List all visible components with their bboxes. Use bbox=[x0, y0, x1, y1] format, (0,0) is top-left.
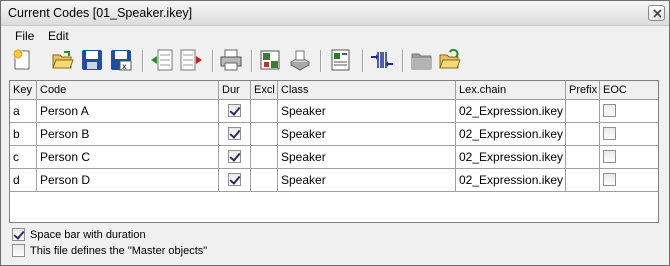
codes-window: Current Codes [01_Speaker.ikey] File Edi… bbox=[0, 0, 670, 266]
cell-dur bbox=[219, 146, 251, 168]
folder-disabled-icon bbox=[410, 48, 434, 72]
cell-eoc bbox=[600, 100, 658, 122]
eoc-checkbox[interactable] bbox=[603, 127, 616, 140]
column-header-code[interactable]: Code bbox=[37, 81, 219, 100]
menu-bar: File Edit bbox=[1, 27, 669, 45]
cell-lex-chain[interactable]: 02_Expression.ikey bbox=[456, 100, 566, 122]
menu-file[interactable]: File bbox=[15, 29, 34, 43]
dur-checkbox[interactable] bbox=[228, 150, 241, 163]
toolbar-separator bbox=[320, 50, 322, 72]
dur-checkbox[interactable] bbox=[228, 173, 241, 186]
properties-icon[interactable] bbox=[288, 48, 312, 72]
cell-key[interactable]: b bbox=[10, 123, 37, 145]
open-folder-alt-icon[interactable] bbox=[438, 48, 462, 72]
cell-class[interactable]: Speaker bbox=[278, 169, 456, 191]
save-as-icon[interactable]: x bbox=[109, 48, 133, 72]
close-button[interactable] bbox=[648, 5, 665, 21]
cell-code[interactable]: Person A bbox=[37, 100, 219, 122]
table-row[interactable]: a Person A Speaker 02_Expression.ikey bbox=[10, 100, 658, 123]
cell-lex-chain[interactable]: 02_Expression.ikey bbox=[456, 146, 566, 168]
eoc-checkbox[interactable] bbox=[603, 104, 616, 117]
toolbar-separator bbox=[402, 50, 404, 72]
cell-code[interactable]: Person C bbox=[37, 146, 219, 168]
column-header-prefix[interactable]: Prefix bbox=[566, 81, 600, 100]
table-row[interactable]: d Person D Speaker 02_Expression.ikey bbox=[10, 169, 658, 192]
cell-dur bbox=[219, 123, 251, 145]
window-title: Current Codes [01_Speaker.ikey] bbox=[8, 6, 193, 20]
cell-excl[interactable] bbox=[251, 100, 278, 122]
export-codes-icon[interactable] bbox=[179, 48, 203, 72]
cell-excl[interactable] bbox=[251, 146, 278, 168]
import-codes-icon[interactable] bbox=[150, 48, 174, 72]
cell-eoc bbox=[600, 123, 658, 145]
cell-class[interactable]: Speaker bbox=[278, 100, 456, 122]
cell-excl[interactable] bbox=[251, 123, 278, 145]
column-header-key[interactable]: Key bbox=[10, 81, 37, 100]
cell-key[interactable]: d bbox=[10, 169, 37, 191]
new-file-icon[interactable] bbox=[11, 48, 35, 72]
cell-excl[interactable] bbox=[251, 169, 278, 191]
option-label: This file defines the "Master objects" bbox=[30, 245, 208, 257]
master-objects-checkbox[interactable] bbox=[12, 244, 25, 257]
space-bar-checkbox[interactable] bbox=[12, 228, 25, 241]
option-label: Space bar with duration bbox=[30, 229, 146, 241]
option-master-objects[interactable]: This file defines the "Master objects" bbox=[11, 244, 311, 258]
cell-prefix[interactable] bbox=[566, 146, 600, 168]
print-preview-icon[interactable] bbox=[258, 48, 282, 72]
dur-checkbox[interactable] bbox=[228, 127, 241, 140]
toolbar: x bbox=[1, 45, 669, 77]
eoc-checkbox[interactable] bbox=[603, 150, 616, 163]
save-icon[interactable] bbox=[80, 48, 104, 72]
toolbar-separator bbox=[212, 50, 214, 72]
cell-prefix[interactable] bbox=[566, 123, 600, 145]
table-row[interactable]: b Person B Speaker 02_Expression.ikey bbox=[10, 123, 658, 146]
cell-class[interactable]: Speaker bbox=[278, 146, 456, 168]
title-bar[interactable]: Current Codes [01_Speaker.ikey] bbox=[1, 1, 669, 26]
close-icon bbox=[653, 9, 662, 18]
cell-code[interactable]: Person B bbox=[37, 123, 219, 145]
codes-grid: Key Code Dur Excl Class Lex.chain Prefix… bbox=[9, 80, 659, 223]
cell-key[interactable]: a bbox=[10, 100, 37, 122]
menu-edit[interactable]: Edit bbox=[48, 29, 69, 43]
cell-prefix[interactable] bbox=[566, 169, 600, 191]
cell-eoc bbox=[600, 169, 658, 191]
column-header-dur[interactable]: Dur bbox=[219, 81, 251, 100]
cell-dur bbox=[219, 169, 251, 191]
toolbar-separator bbox=[251, 50, 253, 72]
column-header-class[interactable]: Class bbox=[278, 81, 456, 100]
cell-key[interactable]: c bbox=[10, 146, 37, 168]
cell-prefix[interactable] bbox=[566, 100, 600, 122]
cell-dur bbox=[219, 100, 251, 122]
eoc-checkbox[interactable] bbox=[603, 173, 616, 186]
toolbar-separator bbox=[362, 50, 364, 72]
open-folder-icon[interactable] bbox=[51, 48, 75, 72]
option-space-bar-duration[interactable]: Space bar with duration bbox=[11, 228, 311, 242]
cell-lex-chain[interactable]: 02_Expression.ikey bbox=[456, 123, 566, 145]
cell-eoc bbox=[600, 146, 658, 168]
toolbar-separator bbox=[142, 50, 144, 72]
cell-class[interactable]: Speaker bbox=[278, 123, 456, 145]
print-icon[interactable] bbox=[219, 48, 243, 72]
table-row[interactable]: c Person C Speaker 02_Expression.ikey bbox=[10, 146, 658, 169]
column-header-excl[interactable]: Excl bbox=[251, 81, 278, 100]
dur-checkbox[interactable] bbox=[228, 104, 241, 117]
column-header-eoc[interactable]: EOC bbox=[600, 81, 658, 100]
cell-lex-chain[interactable]: 02_Expression.ikey bbox=[456, 169, 566, 191]
svg-text:x: x bbox=[122, 62, 127, 71]
column-header-lex-chain[interactable]: Lex.chain bbox=[456, 81, 566, 100]
grid-header: Key Code Dur Excl Class Lex.chain Prefix… bbox=[10, 81, 658, 100]
cell-code[interactable]: Person D bbox=[37, 169, 219, 191]
column-settings-icon[interactable] bbox=[329, 48, 353, 72]
reorder-columns-icon[interactable] bbox=[370, 48, 394, 72]
